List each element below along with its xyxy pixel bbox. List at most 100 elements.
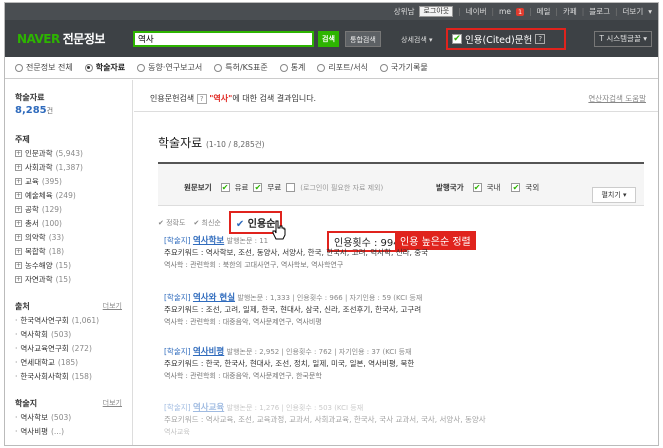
system-font-button[interactable]: T 시스템글꼴 ▾ bbox=[594, 31, 652, 47]
tab-national-records[interactable]: 국가기록물 bbox=[379, 62, 428, 73]
sidebar-item-count: (33) bbox=[48, 233, 65, 242]
cafe-link[interactable]: 카페 bbox=[563, 6, 577, 17]
divider bbox=[134, 111, 658, 112]
country-filter: 발행국가 ✔ 국내 ✔ 국외 bbox=[436, 182, 539, 193]
tab-statistics[interactable]: 통계 bbox=[279, 62, 305, 73]
logout-button[interactable]: 로그아웃 bbox=[419, 6, 454, 17]
sidebar-item[interactable]: + 자연과학 (15) bbox=[15, 274, 122, 285]
expand-plus-icon: + bbox=[15, 262, 22, 269]
blog-link[interactable]: 블로그 bbox=[589, 6, 610, 17]
radio-icon bbox=[15, 63, 23, 72]
bullet-icon: · bbox=[15, 344, 18, 353]
checkbox-domestic[interactable]: ✔ bbox=[472, 183, 482, 192]
cited-search-option[interactable]: ✔ 인용(Cited)문헌 ? bbox=[446, 28, 566, 50]
check-icon: ✔ bbox=[158, 218, 164, 227]
sidebar: 학술자료 8,285건 주제 + 인문과학 (5,943) + 사회과학 (1,387) +… bbox=[5, 80, 133, 445]
integrated-search-button[interactable]: 통합검색 bbox=[345, 31, 381, 47]
tab-patents[interactable]: 특허/KS표준 bbox=[214, 62, 268, 73]
sort-latest[interactable]: ✔ 최신순 bbox=[193, 218, 220, 228]
result-related: 역사학 : 관련학회 : 대중음악, 역사문제연구, 역사비평 bbox=[164, 318, 322, 326]
sidebar-item-label: 의약학 bbox=[25, 233, 46, 242]
result-meta: 발행논문 : 1,333 | 인용횟수 : 966 | 자기인용 : 59 (K… bbox=[237, 294, 423, 302]
sidebar-item[interactable]: · 한국역사연구회 (1,061) bbox=[15, 315, 122, 326]
count-value: 8,285 bbox=[15, 105, 47, 116]
more-link[interactable]: 더보기 bbox=[623, 6, 644, 17]
logo[interactable]: NAVER 전문정보 bbox=[17, 30, 105, 47]
journal-more-link[interactable]: 더보기 bbox=[103, 398, 122, 409]
separator: | bbox=[458, 7, 461, 16]
checkbox-paid[interactable]: ✔ bbox=[220, 183, 230, 192]
sidebar-item-label: 총서 bbox=[25, 219, 39, 228]
sidebar-item-count: (503) bbox=[51, 413, 72, 422]
service-name: 전문정보 bbox=[62, 32, 106, 46]
detail-search-label: 상세검색 bbox=[401, 36, 427, 44]
tab-all[interactable]: 전문정보 전체 bbox=[15, 62, 73, 73]
sidebar-item[interactable]: + 복합학 (18) bbox=[15, 246, 122, 257]
help-icon[interactable]: ? bbox=[196, 94, 207, 104]
sidebar-item-count: (15) bbox=[55, 275, 72, 284]
naver-link[interactable]: 네이버 bbox=[466, 6, 487, 17]
result-suffix: 에 대한 검색 결과입니다. bbox=[232, 94, 317, 103]
checkbox-login-exclude[interactable]: ✔ bbox=[286, 183, 296, 192]
help-icon[interactable]: ? bbox=[535, 34, 546, 44]
publisher-list: · 한국역사연구회 (1,061) · 역사학회 (503) · 역사교육연구회 (272) · 연… bbox=[15, 315, 122, 382]
result-title-link[interactable]: 역사비평 bbox=[193, 347, 224, 357]
sidebar-item[interactable]: · 역사비평 (...) bbox=[15, 426, 122, 437]
cited-label: 인용(Cited)문헌 bbox=[465, 35, 533, 46]
sidebar-item-count: (5,943) bbox=[55, 149, 83, 158]
section-title-text: 학술자료 bbox=[158, 136, 203, 150]
sidebar-item[interactable]: · 연세대학교 (185) bbox=[15, 357, 122, 368]
journal-list: · 역사학보 (503) · 역사비평 (...) bbox=[15, 412, 122, 437]
expand-plus-icon: + bbox=[15, 178, 22, 185]
checkbox-foreign[interactable]: ✔ bbox=[511, 183, 521, 192]
result-title-link[interactable]: 역사학보 bbox=[193, 236, 224, 246]
sidebar-item-label: 사회과학 bbox=[25, 163, 53, 172]
sidebar-item[interactable]: + 예술체육 (249) bbox=[15, 190, 122, 201]
me-link[interactable]: me bbox=[499, 7, 511, 16]
sidebar-item[interactable]: + 인문과학 (5,943) bbox=[15, 148, 122, 159]
expand-button[interactable]: 펼치기 ▾ bbox=[592, 187, 636, 203]
expand-plus-icon: + bbox=[15, 234, 22, 241]
sidebar-item[interactable]: · 역사학회 (503) bbox=[15, 329, 122, 340]
result-related-line: 역사학 : 관련학회 : 대중음악, 역사문제연구, 역사비평 bbox=[164, 316, 644, 328]
operator-help-link[interactable]: 연산자검색 도움말 bbox=[588, 93, 646, 104]
foreign-label: 국외 bbox=[525, 183, 540, 192]
checkbox-free[interactable]: ✔ bbox=[253, 183, 263, 192]
sidebar-item[interactable]: + 교육 (395) bbox=[15, 176, 122, 187]
me-badge: 1 bbox=[515, 7, 525, 16]
tab-label: 학술자료 bbox=[95, 63, 126, 72]
sidebar-item[interactable]: + 총서 (100) bbox=[15, 218, 122, 229]
sort-accuracy[interactable]: ✔ 정확도 bbox=[158, 218, 185, 228]
tab-report-forms[interactable]: 리포트/서식 bbox=[317, 62, 368, 73]
result-keywords-line: 주요키워드 : 역사학보, 조선, 동양사, 서양사, 한국, 한국사, 고려,… bbox=[164, 247, 644, 259]
result-title-link[interactable]: 역사교육 bbox=[193, 403, 224, 413]
result-related-line: 역사학 : 관련학회 : 북한의 고대사연구, 역사학보, 역사학연구 bbox=[164, 259, 644, 271]
search-button[interactable]: 검색 bbox=[318, 31, 339, 47]
mail-link[interactable]: 메일 bbox=[537, 6, 551, 17]
sidebar-item[interactable]: · 한국사회사학회 (158) bbox=[15, 371, 122, 382]
count-unit: 건 bbox=[46, 107, 54, 115]
sidebar-item[interactable]: + 의약학 (33) bbox=[15, 232, 122, 243]
checkbox-checked-icon[interactable]: ✔ bbox=[452, 34, 462, 44]
utility-bar: 상위남 로그아웃 | 네이버 | me 1 | 메일 | 카페 | 블로그 | … bbox=[5, 3, 658, 20]
sidebar-item[interactable]: + 농수해양 (15) bbox=[15, 260, 122, 271]
result-meta: 발행논문 : 1,276 | 인용횟수 : 503 (KCI 등재 bbox=[226, 404, 364, 412]
section-title: 학술자료 (1-10 / 8,285건) bbox=[158, 134, 265, 151]
detail-search-link[interactable]: 상세검색 ▾ bbox=[401, 35, 433, 45]
result-meta: 발행논문 : 11 bbox=[226, 237, 269, 245]
sidebar-item[interactable]: + 공학 (129) bbox=[15, 204, 122, 215]
tab-reports[interactable]: 동향·연구보고서 bbox=[137, 62, 202, 73]
sidebar-item[interactable]: · 역사학보 (503) bbox=[15, 412, 122, 423]
result-title-link[interactable]: 역사와 현실 bbox=[193, 293, 235, 303]
result-type-tag: [학술지] bbox=[164, 347, 191, 356]
user-name[interactable]: 상위남 bbox=[394, 6, 415, 17]
sidebar-item[interactable]: + 사회과학 (1,387) bbox=[15, 162, 122, 173]
browser-frame: 상위남 로그아웃 | 네이버 | me 1 | 메일 | 카페 | 블로그 | … bbox=[4, 2, 659, 446]
result-related: 역사학 : 관련학회 : 대중음악, 역사문제연구, 한국문학 bbox=[164, 372, 322, 380]
check-icon: ✔ bbox=[235, 219, 245, 230]
tab-academic[interactable]: 학술자료 bbox=[84, 62, 126, 73]
publisher-more-link[interactable]: 더보기 bbox=[103, 301, 122, 312]
sidebar-item[interactable]: · 역사교육연구회 (272) bbox=[15, 343, 122, 354]
chevron-down-icon: ▾ bbox=[623, 191, 627, 199]
search-input[interactable] bbox=[135, 33, 312, 45]
